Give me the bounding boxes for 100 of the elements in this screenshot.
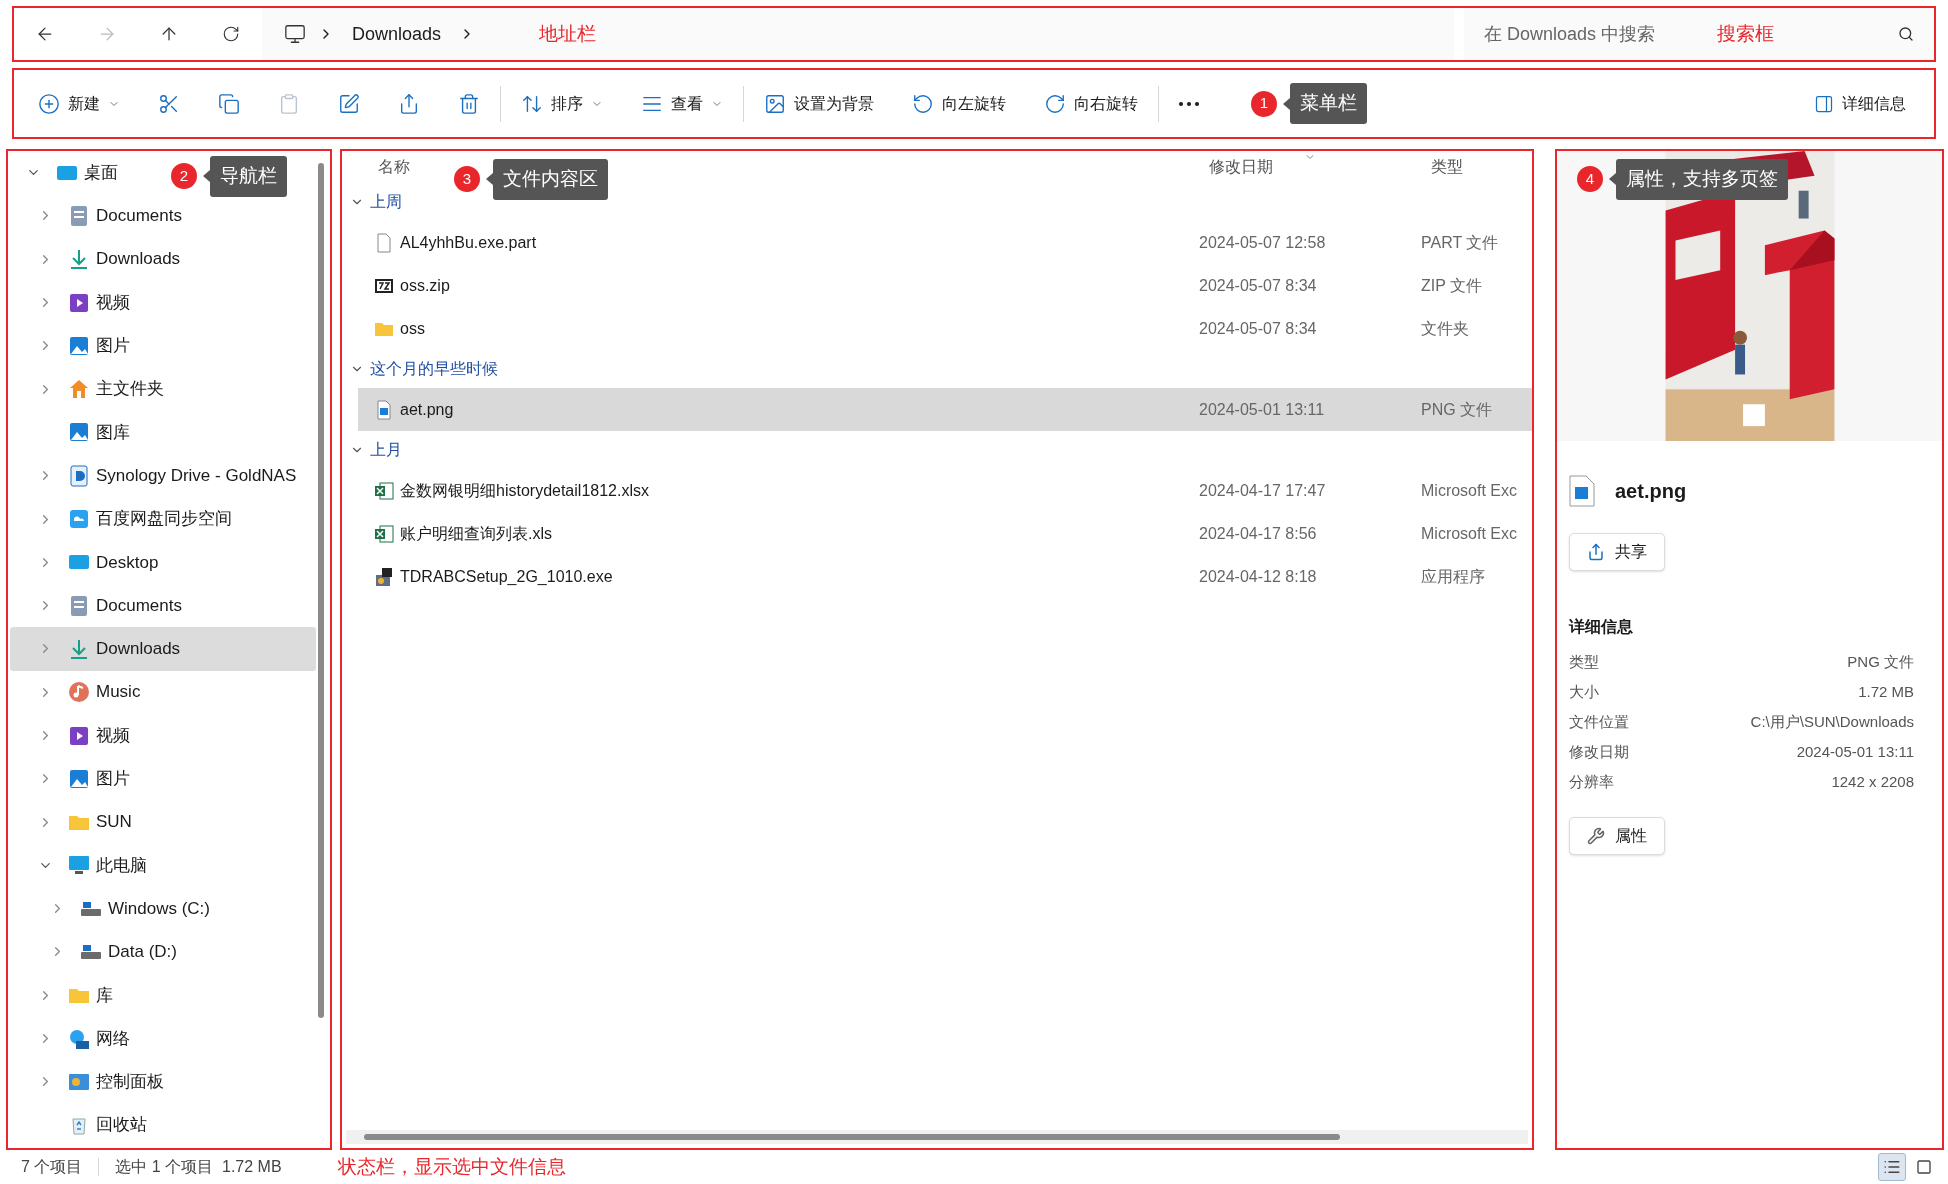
pen-icon — [338, 92, 360, 115]
scrollbar-thumb[interactable] — [364, 1134, 1340, 1140]
home-icon — [68, 378, 90, 401]
nav-item[interactable]: 图片 — [10, 324, 138, 368]
callout-label: 导航栏 — [210, 156, 287, 197]
column-header[interactable]: 名称 — [378, 158, 410, 175]
toolbar-button[interactable]: 设置为背景 — [752, 81, 886, 126]
panel-icon — [1814, 93, 1834, 114]
nav-item[interactable]: Downloads — [10, 627, 316, 671]
file-type: ZIP 文件 — [1421, 275, 1483, 296]
modified-date: 2024-05-07 8:34 — [1199, 319, 1317, 337]
file-type: Microsoft Exc — [1421, 523, 1517, 544]
file-name: aet.png — [400, 400, 454, 418]
music-icon — [68, 681, 90, 704]
file-name: oss.zip — [400, 276, 450, 294]
file-row[interactable]: oss.zip 2024-05-07 8:34 ZIP 文件 — [358, 264, 1532, 307]
picture-icon — [68, 334, 90, 357]
nav-item[interactable]: Documents — [10, 583, 190, 628]
rotate-left-icon — [912, 92, 934, 115]
file-icon — [374, 232, 394, 253]
column-header[interactable]: 类型 — [1431, 155, 1463, 179]
nav-item[interactable]: 主文件夹 — [10, 367, 172, 411]
image-file-icon — [1569, 475, 1595, 507]
toolbar-button[interactable]: 向左旋转 — [900, 81, 1018, 126]
callout-label: 属性，支持多页签 — [1616, 159, 1788, 200]
file-row[interactable]: 账户明细查询列表.xls 2024-04-17 8:56 Microsoft Exc — [358, 512, 1532, 555]
section-title: 详细信息 — [1569, 617, 1633, 637]
file-row[interactable]: 金数网银明细historydetail1812.xlsx 2024-04-17 17:47 Microsoft Exc — [358, 469, 1532, 512]
nav-item[interactable]: 网络 — [10, 1016, 138, 1061]
nav-item[interactable]: 视频 — [10, 713, 138, 758]
nav-item[interactable]: 控制面板 — [10, 1060, 172, 1104]
file-type: PART 文件 — [1421, 232, 1499, 253]
scrollbar-thumb[interactable] — [318, 163, 324, 1018]
details-view-button[interactable] — [1878, 1153, 1906, 1181]
modified-date: 2024-05-07 8:34 — [1199, 276, 1317, 294]
toolbar-button[interactable]: 查看 — [629, 81, 735, 126]
toolbar-button[interactable]: 向右旋转 — [1032, 81, 1150, 126]
nav-item[interactable]: SUN — [10, 800, 140, 844]
nav-item[interactable]: 图库 — [10, 410, 138, 455]
nav-item[interactable]: 此电脑 — [10, 843, 155, 888]
nav-item[interactable]: 视频 — [10, 280, 138, 325]
file-name: AL4yhhBu.exe.part — [400, 233, 537, 251]
video-icon — [68, 724, 90, 747]
annotation-label: 状态栏，显示选中文件信息 — [337, 1154, 566, 1179]
nav-item[interactable]: Data (D:) — [10, 930, 185, 974]
modified-date: 2024-05-07 12:58 — [1199, 233, 1326, 251]
list-icon — [1883, 1158, 1901, 1176]
pointer-arrow — [1283, 97, 1290, 110]
file-row[interactable]: TDRABCSetup_2G_1010.exe 2024-04-12 8:18 应用程序 — [358, 555, 1532, 598]
image-icon — [764, 92, 786, 115]
wrench-icon — [1587, 827, 1605, 845]
nav-item[interactable]: Desktop — [10, 540, 167, 584]
breadcrumb-item[interactable]: Downloads — [346, 20, 448, 48]
nav-item[interactable]: 桌面 — [10, 151, 126, 195]
properties-button[interactable]: 属性 — [1569, 817, 1665, 855]
nav-item[interactable]: 百度网盘同步空间 — [10, 497, 240, 541]
toolbar-button[interactable]: 排序 — [509, 81, 615, 126]
column-header[interactable]: 修改日期 — [1209, 158, 1273, 175]
group-header[interactable]: 上周 — [342, 183, 410, 221]
nav-item[interactable]: 图片 — [10, 757, 138, 801]
drive-app-icon — [68, 464, 90, 487]
modified-date: 2024-05-01 13:11 — [1199, 400, 1325, 418]
file-name: TDRABCSetup_2G_1010.exe — [400, 567, 613, 585]
nav-item[interactable]: Music — [10, 670, 149, 714]
share-button[interactable]: 共享 — [1569, 533, 1665, 571]
file-type: PNG 文件 — [1421, 399, 1493, 420]
property-label: 类型 — [1569, 651, 1599, 672]
property-label: 分辨率 — [1569, 771, 1614, 792]
property-value: PNG 文件 — [1847, 651, 1914, 672]
property-value: C:\用户\SUN\Downloads — [1750, 711, 1914, 732]
group-header[interactable]: 这个月的早些时候 — [342, 350, 506, 388]
nav-item[interactable]: 库 — [10, 973, 121, 1017]
picture-icon — [68, 421, 90, 444]
file-row[interactable]: aet.png 2024-05-01 13:11 PNG 文件 — [358, 388, 1532, 431]
search-icon[interactable] — [1898, 26, 1914, 42]
file-row[interactable]: AL4yhhBu.exe.part 2024-05-07 12:58 PART 文件 — [358, 221, 1532, 264]
annotation-label: 地址栏 — [539, 21, 597, 46]
callout-label: 菜单栏 — [1290, 83, 1367, 124]
clipboard-icon — [278, 92, 300, 115]
nav-item[interactable]: Synology Drive - GoldNAS — [10, 454, 305, 498]
file-row[interactable]: oss 2024-05-07 8:34 文件夹 — [358, 307, 1532, 350]
nav-item[interactable]: 回收站 — [10, 1103, 155, 1147]
pointer-arrow — [1609, 173, 1616, 186]
property-label: 文件位置 — [1569, 711, 1629, 732]
toolbar-button[interactable]: 新建 — [26, 81, 132, 126]
plus-circle-icon — [38, 92, 60, 115]
annotation-label: 搜索框 — [1717, 21, 1775, 46]
monitor-icon[interactable] — [284, 23, 306, 45]
nav-item[interactable]: Downloads — [10, 237, 189, 281]
download-icon — [68, 248, 90, 271]
picture-icon — [68, 767, 90, 790]
pointer-arrow — [203, 170, 210, 183]
group-header[interactable]: 上月 — [342, 431, 410, 469]
nav-item[interactable]: Windows (C:) — [10, 887, 218, 931]
video-icon — [68, 291, 90, 314]
nav-item[interactable]: Documents — [10, 194, 190, 238]
share-icon — [1587, 543, 1605, 561]
details-button[interactable]: 详细信息 — [1804, 81, 1916, 126]
copy-icon — [218, 92, 240, 115]
search-field[interactable]: 在 Downloads 中搜索 搜索框 — [1464, 8, 1934, 60]
